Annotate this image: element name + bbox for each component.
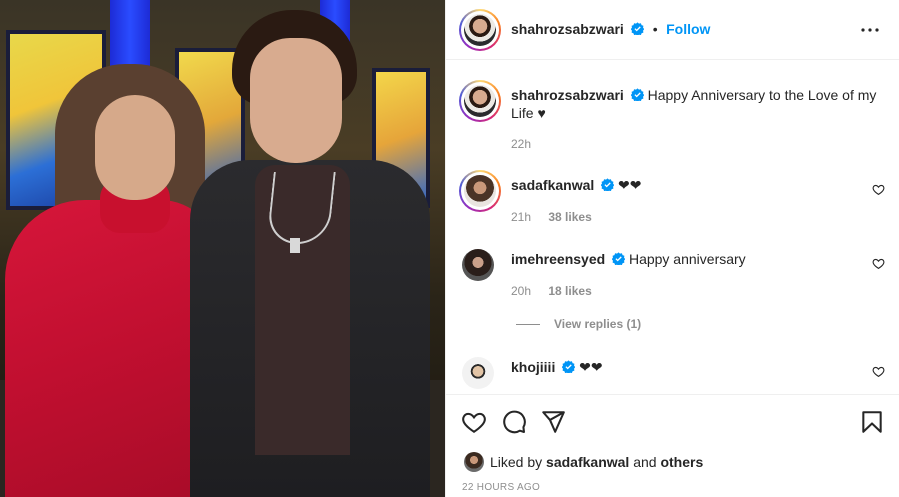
follow-button[interactable]: Follow xyxy=(666,21,710,37)
comment-username[interactable]: imehreensyed xyxy=(511,251,605,267)
comment-text: ❤❤ xyxy=(579,359,603,375)
comment-likes[interactable]: 18 likes xyxy=(548,284,591,298)
author-username[interactable]: shahrozsabzwari xyxy=(511,21,624,37)
comment-likes[interactable]: 38 likes xyxy=(548,210,591,224)
man-face xyxy=(250,38,342,163)
liked-by[interactable]: Liked by sadafkanwal and others xyxy=(464,452,703,472)
caption-username[interactable]: shahrozsabzwari xyxy=(511,87,624,103)
woman-face xyxy=(95,95,175,200)
liked-by-prefix: Liked by xyxy=(490,454,543,470)
post-header: shahrozsabzwari • Follow xyxy=(446,0,899,60)
liked-by-others[interactable]: others xyxy=(660,454,703,470)
comment-username[interactable]: khojiiii xyxy=(511,359,555,375)
view-replies-label: View replies (1) xyxy=(554,317,642,331)
background-light xyxy=(110,0,150,70)
woman-red-sweater xyxy=(5,200,220,497)
caption-time: 22h xyxy=(511,137,532,151)
comment-text: Happy anniversary xyxy=(628,251,746,267)
verified-badge-icon xyxy=(630,88,644,101)
comment-avatar[interactable] xyxy=(459,170,501,212)
separator-dot: • xyxy=(652,21,658,37)
comment-heart-icon[interactable] xyxy=(872,365,885,378)
heart-icon[interactable] xyxy=(461,409,487,435)
liked-by-user[interactable]: sadafkanwal xyxy=(546,454,629,470)
post-timestamp[interactable]: 22 HOURS AGO xyxy=(462,482,540,493)
bookmark-icon[interactable] xyxy=(859,409,885,435)
verified-badge-icon xyxy=(562,360,576,373)
verified-badge-icon xyxy=(631,22,645,35)
comment-avatar[interactable] xyxy=(462,357,494,389)
verified-badge-icon xyxy=(601,178,615,191)
view-replies-button[interactable]: View replies (1) xyxy=(516,317,641,331)
liked-by-and: and xyxy=(633,454,657,470)
more-options-icon[interactable] xyxy=(858,18,882,42)
comment-username[interactable]: sadafkanwal xyxy=(511,177,594,193)
replies-divider xyxy=(516,324,540,326)
caption-author-avatar[interactable] xyxy=(459,80,501,122)
comment-time: 21h xyxy=(511,210,532,224)
post-photo[interactable] xyxy=(0,0,445,497)
comment-heart-icon[interactable] xyxy=(872,257,885,270)
action-bar xyxy=(446,394,899,448)
comment-text: ❤❤ xyxy=(618,177,642,193)
verified-badge-icon xyxy=(612,252,626,265)
man-pendant xyxy=(290,238,300,253)
comment-time: 20h xyxy=(511,284,532,298)
comment-avatar[interactable] xyxy=(462,249,494,281)
comment-heart-icon[interactable] xyxy=(872,183,885,196)
liked-by-avatar xyxy=(464,452,484,472)
comment-icon[interactable] xyxy=(501,409,527,435)
share-icon[interactable] xyxy=(540,409,566,435)
post-side-panel: shahrozsabzwari • Follow shahrozsabzwari… xyxy=(445,0,899,497)
author-avatar[interactable] xyxy=(459,9,501,51)
